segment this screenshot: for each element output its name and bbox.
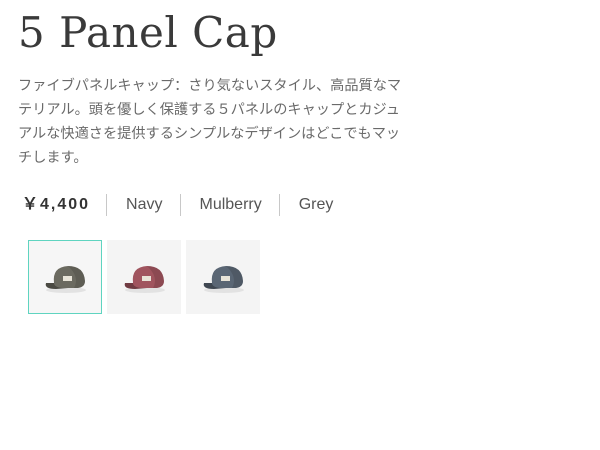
color-option-grey[interactable]: Grey [280,192,334,218]
price-color-row: ￥4,400 Navy Mulberry Grey [18,192,333,218]
cap-image [124,266,165,293]
product-title: 5 Panel Cap [18,8,278,57]
cap-image [45,266,86,293]
thumbnail-gallery [28,240,265,314]
cap-thumbnail-blue-grey[interactable] [186,240,260,314]
cap-image [203,266,244,293]
cap-thumbnail-mulberry[interactable] [107,240,181,314]
product-price: ￥4,400 [22,196,91,213]
color-option-navy[interactable]: Navy [107,192,179,218]
product-detail: 5 Panel Cap ファイブパネルキャップ：さり気ないスタイル、高品質なマテ… [0,0,600,450]
product-description: ファイブパネルキャップ：さり気ないスタイル、高品質なマテリアル。頭を優しく保護す… [18,78,402,166]
cap-thumbnail-olive[interactable] [28,240,102,314]
color-option-mulberry[interactable]: Mulberry [181,192,279,218]
